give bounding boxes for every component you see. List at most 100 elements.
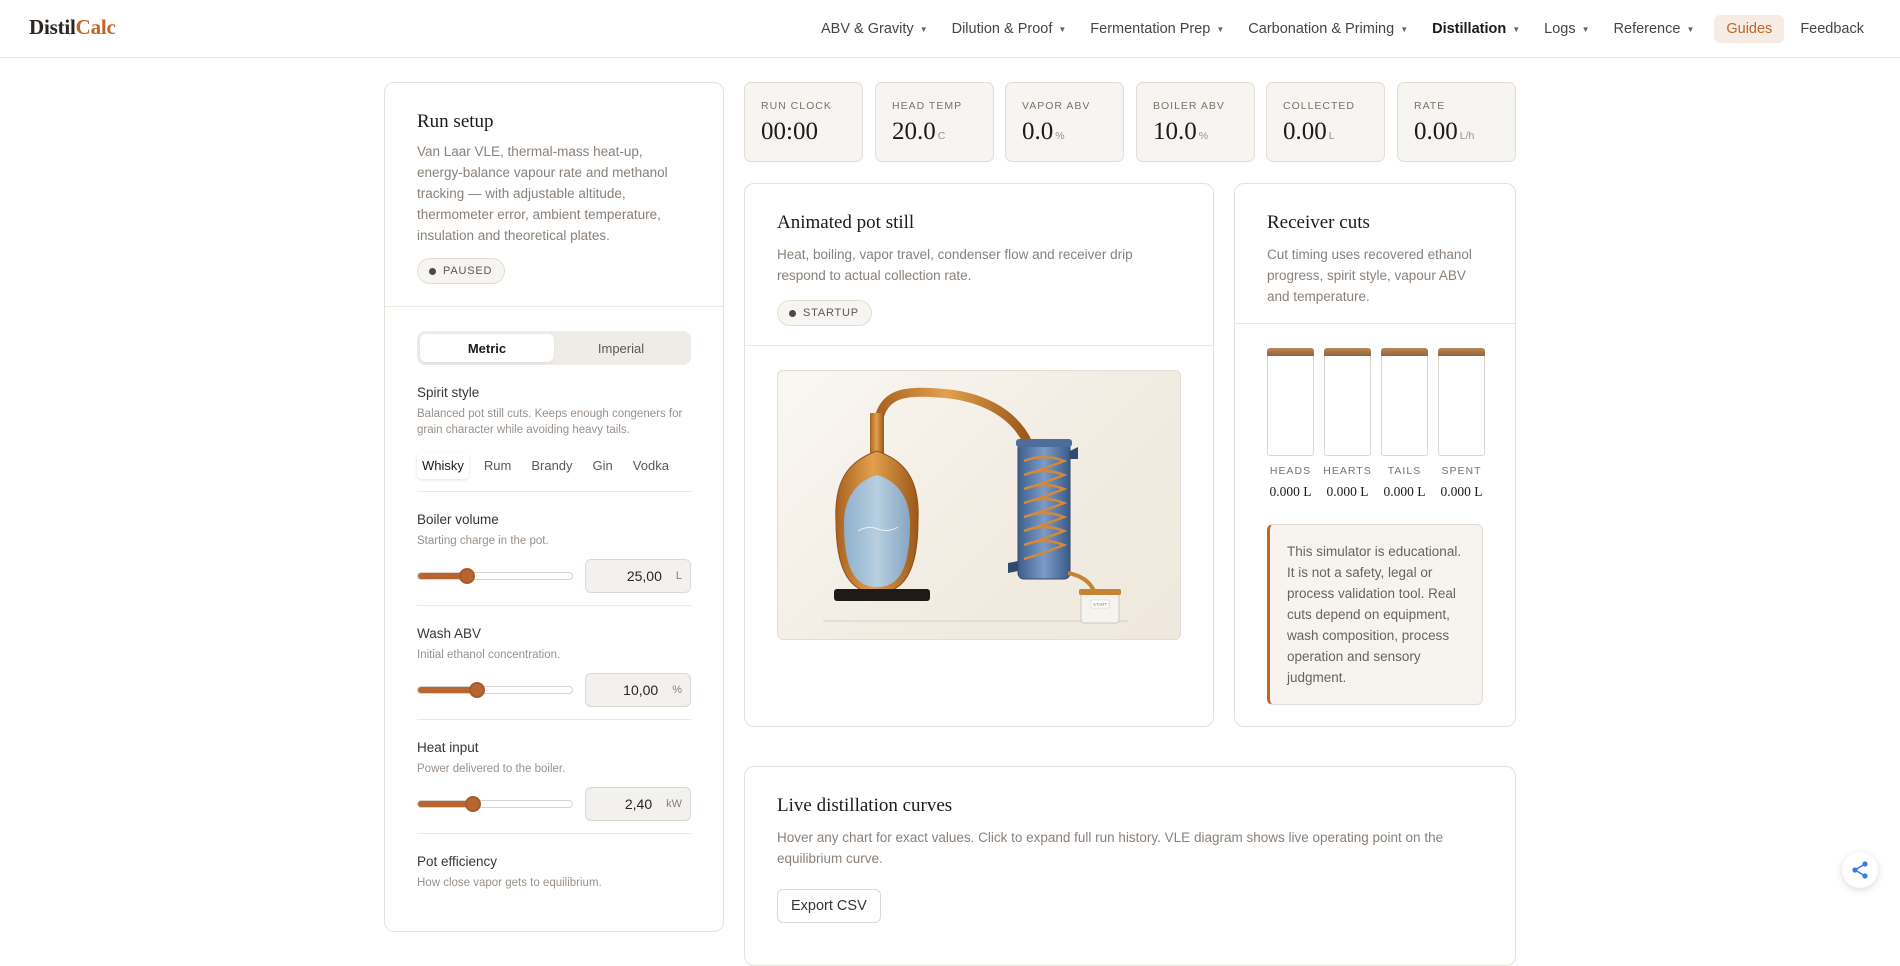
spirit-style-label: Spirit style: [417, 385, 480, 400]
metric-unit: L/h: [1459, 130, 1475, 142]
nav-feedback-link[interactable]: Feedback: [1790, 21, 1870, 37]
nav-reference[interactable]: Reference ▼: [1602, 14, 1707, 44]
receiver-cuts-title: Receiver cuts: [1267, 212, 1370, 233]
status-dot-icon: [789, 309, 796, 317]
style-option-vodka[interactable]: Vodka: [628, 452, 674, 479]
metric-number: 0.00: [1283, 118, 1327, 145]
unit-toggle: Metric Imperial: [417, 331, 691, 365]
metric-value: 10.0%: [1153, 118, 1238, 146]
wash-abv-input[interactable]: 10,00%: [585, 673, 691, 707]
brand-logo[interactable]: DistilCalc: [29, 15, 116, 40]
nav-label: Distillation: [1432, 21, 1507, 37]
jar-volume: 0.000 L: [1440, 484, 1483, 499]
slider-thumb[interactable]: [459, 568, 476, 584]
jar-hearts: HEARTS 0.000 L: [1323, 348, 1371, 500]
metric-unit: %: [1198, 130, 1209, 142]
unit-metric-button[interactable]: Metric: [420, 334, 554, 362]
pot-still-illustration: START: [823, 387, 1128, 624]
heat-input-slider[interactable]: [417, 796, 573, 812]
boiler-volume-label: Boiler volume: [417, 512, 499, 527]
still-neck: [870, 413, 884, 455]
boiler-volume-description: Starting charge in the pot.: [417, 535, 549, 547]
share-button[interactable]: [1842, 852, 1878, 888]
nav-distillation[interactable]: Distillation ▼: [1420, 14, 1532, 44]
style-option-whisky[interactable]: Whisky: [417, 452, 469, 479]
jar-glass: [1438, 348, 1485, 456]
divider: [417, 719, 691, 720]
jar-lid: [1267, 348, 1314, 356]
metric-collected: COLLECTED 0.00 L: [1266, 82, 1385, 162]
brand-part1: Distil: [29, 15, 76, 39]
nav-abv-gravity[interactable]: ABV & Gravity ▼: [809, 14, 940, 44]
metric-unit: C: [937, 130, 946, 142]
boiler-volume-input[interactable]: 25,00 L: [585, 559, 691, 593]
metric-unit: %: [1055, 130, 1065, 142]
heat-input-input[interactable]: 2,40 kW: [585, 787, 691, 821]
metric-head-temp: HEAD TEMP 20.0 C: [875, 82, 994, 162]
input-unit: %: [672, 684, 682, 696]
metric-value: 0.0%: [1022, 118, 1107, 146]
jar-spent: SPENT 0.000 L: [1438, 348, 1485, 500]
unit-imperial-button[interactable]: Imperial: [554, 334, 688, 362]
run-setup-panel: Run setup Van Laar VLE, thermal-mass hea…: [384, 82, 724, 932]
jar-name: SPENT: [1441, 465, 1482, 477]
live-curves-title: Live distillation curves: [777, 795, 953, 816]
heat-input-description: Power delivered to the boiler.: [417, 763, 566, 775]
nav-label: Dilution & Proof: [951, 21, 1053, 37]
metric-value: 0.00 L/h: [1414, 118, 1499, 146]
caret-down-icon: ▼: [1512, 24, 1521, 34]
pot-still-card: Animated pot still Heat, boiling, vapor …: [744, 183, 1214, 727]
run-setup-description: Van Laar VLE, thermal-mass heat-up, ener…: [417, 144, 668, 243]
jar-volume: 0.000 L: [1383, 484, 1426, 499]
metric-value: 20.0 C: [892, 118, 977, 146]
share-icon: [1852, 861, 1868, 879]
jar-volume: 0.000 L: [1326, 484, 1369, 499]
nav-carbonation-priming[interactable]: Carbonation & Priming ▼: [1236, 14, 1420, 44]
nav-label: Fermentation Prep: [1090, 21, 1211, 37]
style-option-brandy[interactable]: Brandy: [526, 452, 577, 479]
export-csv-button[interactable]: Export CSV: [777, 889, 881, 923]
wash-abv-label: Wash ABV: [417, 626, 482, 641]
nav-dilution-proof[interactable]: Dilution & Proof ▼: [940, 14, 1079, 44]
caret-down-icon: ▼: [1581, 24, 1590, 34]
metric-label: HEAD TEMP: [892, 100, 963, 112]
metric-label: COLLECTED: [1283, 100, 1356, 112]
live-curves-description: Hover any chart for exact values. Click …: [777, 830, 1444, 866]
metric-number: 00:00: [761, 118, 818, 145]
style-option-rum[interactable]: Rum: [479, 452, 516, 479]
metric-vapor-abv: VAPOR ABV 0.0%: [1005, 82, 1124, 162]
metric-number: 10.0: [1153, 118, 1197, 145]
status-dot-icon: [429, 267, 436, 275]
jar-heads: HEADS 0.000 L: [1267, 348, 1314, 500]
run-setup-title: Run setup: [417, 111, 494, 132]
metric-rate: RATE 0.00 L/h: [1397, 82, 1516, 162]
metric-value: 00:00: [761, 118, 846, 146]
metric-label: RATE: [1414, 100, 1446, 112]
heater-plate: [834, 589, 930, 601]
jar-lid: [1438, 348, 1485, 356]
caret-down-icon: ▼: [1058, 24, 1067, 34]
boiler-volume-slider[interactable]: [417, 568, 573, 584]
metric-boiler-abv: BOILER ABV 10.0%: [1136, 82, 1255, 162]
divider: [417, 605, 691, 606]
slider-thumb[interactable]: [465, 796, 482, 812]
jar-glass: [1267, 348, 1314, 456]
metric-number: 0.0: [1022, 118, 1054, 145]
metric-label: RUN CLOCK: [761, 100, 832, 112]
metric-run-clock: RUN CLOCK 00:00: [744, 82, 863, 162]
metric-number: 20.0: [892, 118, 936, 145]
caret-down-icon: ▼: [1686, 24, 1695, 34]
nav-label: Carbonation & Priming: [1248, 21, 1395, 37]
wash-abv-slider[interactable]: [417, 682, 573, 698]
nav-guides-button[interactable]: Guides: [1714, 15, 1785, 43]
wash-abv-description: Initial ethanol concentration.: [417, 649, 561, 661]
nav-logs[interactable]: Logs ▼: [1532, 14, 1601, 44]
nav-fermentation-prep[interactable]: Fermentation Prep ▼: [1078, 14, 1236, 44]
style-option-gin[interactable]: Gin: [588, 452, 618, 479]
input-value: 10,00: [623, 682, 659, 698]
slider-thumb[interactable]: [468, 682, 485, 698]
pot-still-title: Animated pot still: [777, 212, 915, 233]
live-curves-card: Live distillation curves Hover any chart…: [744, 766, 1516, 966]
receiver-jars: HEADS 0.000 L HEARTS 0.000 L TAILS 0.000…: [1235, 324, 1515, 500]
receiver-tag: START: [1093, 602, 1108, 607]
